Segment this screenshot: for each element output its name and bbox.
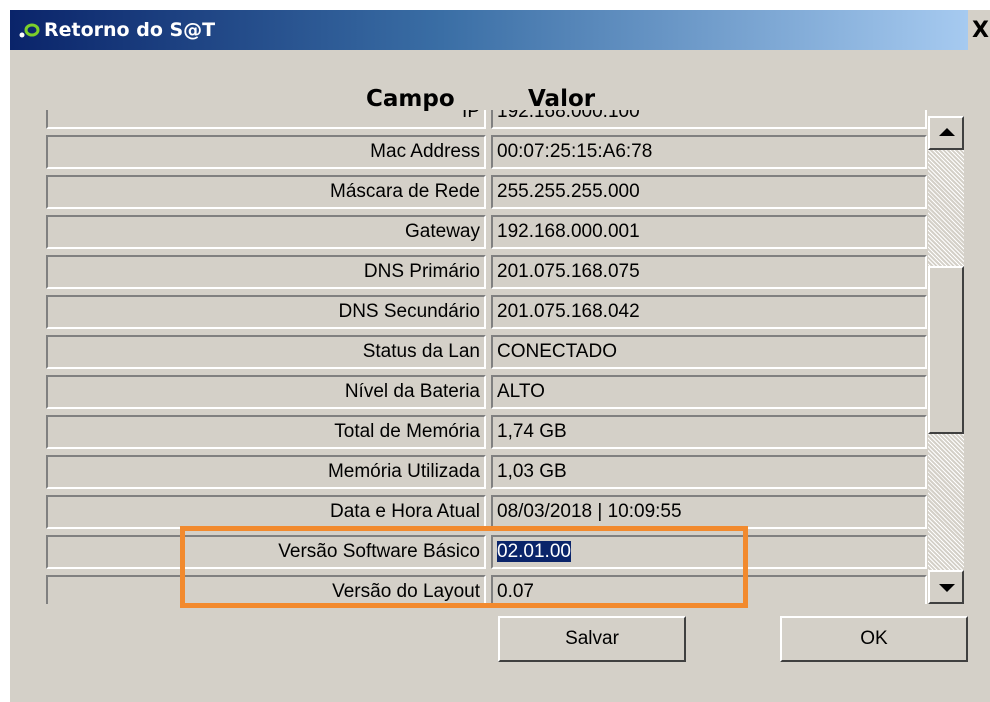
table-row[interactable]: Gateway 192.168.000.001 <box>46 214 932 254</box>
valor-cell[interactable]: 08/03/2018 | 10:09:55 <box>491 495 927 529</box>
ok-button-label: OK <box>860 628 888 649</box>
table-row[interactable]: DNS Secundário 201.075.168.042 <box>46 294 932 334</box>
arrow-up-icon <box>939 128 955 136</box>
close-button[interactable]: X <box>972 14 990 46</box>
arrow-down-icon <box>939 584 955 592</box>
valor-cell[interactable]: ALTO <box>491 375 927 409</box>
campo-cell: Gateway <box>46 215 486 249</box>
valor-text: ALTO <box>497 381 545 402</box>
valor-text: 192.168.000.001 <box>497 221 640 242</box>
table-row[interactable]: Total de Memória 1,74 GB <box>46 414 932 454</box>
save-button-label: Salvar <box>565 628 619 649</box>
campo-cell: IP <box>46 110 486 129</box>
valor-cell[interactable]: CONECTADO <box>491 335 927 369</box>
column-header-valor: Valor <box>528 86 596 112</box>
valor-cell[interactable]: 201.075.168.042 <box>491 295 927 329</box>
column-header-campo: Campo <box>366 86 455 112</box>
sat-logo-icon <box>19 23 40 38</box>
valor-cell[interactable]: 192.168.000.001 <box>491 215 927 249</box>
campo-cell: DNS Primário <box>46 255 486 289</box>
dialog-window: Retorno do S@T X Campo Valor IP 192.168.0… <box>10 10 990 702</box>
table-row[interactable]: DNS Primário 201.075.168.075 <box>46 254 932 294</box>
valor-text: 08/03/2018 | 10:09:55 <box>497 501 682 522</box>
valor-text: 201.075.168.042 <box>497 301 640 322</box>
valor-text: 1,74 GB <box>497 421 567 442</box>
title-bar[interactable]: Retorno do S@T <box>10 10 968 50</box>
valor-cell[interactable]: 255.255.255.000 <box>491 175 927 209</box>
table-row[interactable]: IP 192.168.000.100 <box>46 110 932 134</box>
scroll-down-button[interactable] <box>928 570 964 604</box>
valor-text: 1,03 GB <box>497 461 567 482</box>
table-row[interactable]: Memória Utilizada 1,03 GB <box>46 454 932 494</box>
campo-cell: Status da Lan <box>46 335 486 369</box>
highlight-box <box>180 526 748 608</box>
valor-text: 255.255.255.000 <box>497 181 640 202</box>
valor-cell[interactable]: 00:07:25:15:A6:78 <box>491 135 927 169</box>
campo-cell: Nível da Bateria <box>46 375 486 409</box>
table-row[interactable]: Mac Address 00:07:25:15:A6:78 <box>46 134 932 174</box>
valor-text: 192.168.000.100 <box>497 110 640 122</box>
valor-cell[interactable]: 192.168.000.100 <box>491 110 927 129</box>
campo-cell: DNS Secundário <box>46 295 486 329</box>
table-row[interactable]: Status da Lan CONECTADO <box>46 334 932 374</box>
vertical-scrollbar[interactable] <box>928 116 964 604</box>
table-row[interactable]: Máscara de Rede 255.255.255.000 <box>46 174 932 214</box>
valor-cell[interactable]: 201.075.168.075 <box>491 255 927 289</box>
campo-cell: Data e Hora Atual <box>46 495 486 529</box>
valor-cell[interactable]: 1,03 GB <box>491 455 927 489</box>
ok-button[interactable]: OK <box>780 616 968 662</box>
save-button[interactable]: Salvar <box>498 616 686 662</box>
close-icon: X <box>972 17 989 43</box>
campo-cell: Total de Memória <box>46 415 486 449</box>
campo-cell: Memória Utilizada <box>46 455 486 489</box>
valor-text: 00:07:25:15:A6:78 <box>497 141 653 162</box>
campo-cell: Máscara de Rede <box>46 175 486 209</box>
window-title: Retorno do S@T <box>44 19 216 41</box>
scroll-up-button[interactable] <box>928 116 964 150</box>
scroll-thumb[interactable] <box>928 266 964 434</box>
valor-text: 201.075.168.075 <box>497 261 640 282</box>
valor-text: CONECTADO <box>497 341 617 362</box>
campo-cell: Mac Address <box>46 135 486 169</box>
table-row[interactable]: Nível da Bateria ALTO <box>46 374 932 414</box>
valor-cell[interactable]: 1,74 GB <box>491 415 927 449</box>
